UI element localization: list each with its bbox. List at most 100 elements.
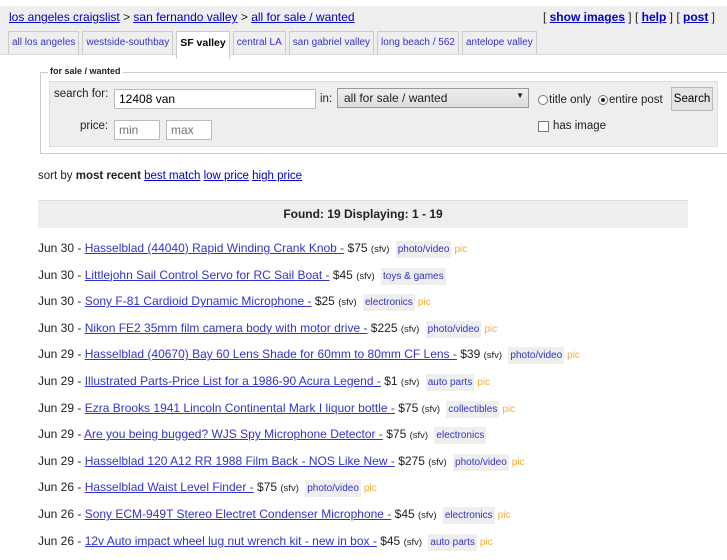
listing-location: (sfv) (400, 376, 420, 388)
chevron-down-icon: ▼ (516, 91, 524, 100)
list-item: Jun 26 - Hasselblad Waist Level Finder -… (38, 480, 580, 507)
sort-low-price[interactable]: low price (204, 170, 249, 182)
listing-title-link[interactable]: Hasselblad Waist Level Finder - (85, 480, 254, 494)
search-button[interactable]: Search (671, 87, 713, 111)
listing-date: Jun 29 (38, 373, 75, 388)
pic-indicator: pic (477, 376, 490, 388)
listing-category-link[interactable]: photo/video (425, 320, 482, 338)
title-only-radio[interactable]: title only (538, 94, 591, 106)
listing-title-link[interactable]: Hasselblad (44040) Rapid Winding Crank K… (85, 241, 344, 255)
listing-price: $45 (380, 533, 401, 548)
list-item: Jun 29 - Hasselblad 120 A12 RR 1988 Film… (38, 453, 580, 481)
listing-category-link[interactable]: photo/video (305, 480, 361, 498)
listing-category-link[interactable]: photo/video (508, 347, 565, 365)
pic-indicator: pic (497, 509, 511, 521)
listing-category-link[interactable]: auto parts (428, 533, 477, 551)
list-item: Jun 29 - Illustrated Parts-Price List fo… (38, 373, 580, 401)
tab-sf-valley[interactable]: SF valley (176, 31, 230, 59)
listing-date: Jun 30 (38, 241, 75, 255)
listing-location: (sfv) (356, 270, 375, 282)
listing-date: Jun 29 (38, 400, 75, 415)
listing-location: (sfv) (418, 509, 437, 521)
pic-indicator: pic (567, 350, 580, 362)
breadcrumb-los-angeles[interactable]: los angeles craigslist (9, 10, 120, 24)
listing-category-link[interactable]: toys & games (381, 267, 446, 285)
tab-san-gabriel-valley[interactable]: san gabriel valley (288, 31, 375, 54)
listing-title-link[interactable]: Sony F-81 Cardioid Dynamic Microphone - (85, 294, 312, 308)
listing-location: (sfv) (409, 430, 429, 442)
listing-category-link[interactable]: collectibles (446, 400, 500, 418)
listing-category-link[interactable]: electronics (442, 506, 495, 524)
listing-date: Jun 26 (38, 480, 75, 495)
listing-title-link[interactable]: Sony ECM-949T Stereo Electret Condenser … (85, 507, 392, 521)
pic-indicator: pic (502, 403, 516, 415)
listing-category-link[interactable]: auto parts (425, 373, 475, 391)
listing-price: $39 (460, 347, 481, 362)
listing-price: $45 (394, 506, 415, 521)
list-item: Jun 30 - Sony F-81 Cardioid Dynamic Micr… (38, 294, 580, 321)
breadcrumb: los angeles craigslist > san fernando va… (9, 10, 355, 24)
radio-checked-icon (598, 95, 608, 105)
listing-title-link[interactable]: Illustrated Parts-Price List for a 1986-… (85, 374, 381, 388)
listing-location: (sfv) (400, 323, 420, 335)
search-label: search for: (54, 88, 109, 100)
list-item: Jun 29 - Hasselblad (40670) Bay 60 Lens … (38, 347, 580, 374)
listing-date: Jun 30 (38, 294, 75, 309)
help-link[interactable]: help (642, 10, 667, 24)
listing-title-link[interactable]: Nikon FE2 35mm film camera body with mot… (85, 321, 368, 335)
listing-title-link[interactable]: Hasselblad (40670) Bay 60 Lens Shade for… (85, 347, 457, 361)
listing-list: Jun 30 - Hasselblad (44040) Rapid Windin… (38, 241, 580, 560)
tab-westside-southbay[interactable]: westside-southbay (82, 31, 174, 54)
max-price-input[interactable] (166, 120, 212, 140)
tab-all-los-angeles[interactable]: all los angeles (8, 31, 80, 54)
tab-long-beach[interactable]: long beach / 562 (377, 31, 459, 54)
tab-antelope-valley[interactable]: antelope valley (461, 31, 537, 54)
sort-bar: sort by most recent best match low price… (38, 170, 302, 182)
entire-post-radio[interactable]: entire post (598, 94, 663, 106)
listing-category-link[interactable]: electronics (363, 294, 415, 312)
listing-location: (sfv) (483, 350, 503, 362)
price-label: price: (80, 120, 109, 132)
listing-title-link[interactable]: Hasselblad 120 A12 RR 1988 Film Back - N… (85, 454, 395, 468)
sort-best-match[interactable]: best match (144, 170, 200, 182)
category-select[interactable]: all for sale / wanted ▼ (337, 88, 529, 108)
breadcrumb-sfv[interactable]: san fernando valley (133, 10, 237, 24)
header: los angeles craigslist > san fernando va… (0, 6, 727, 59)
tab-central-la[interactable]: central LA (232, 31, 286, 54)
listing-price: $25 (314, 294, 335, 309)
list-item: Jun 29 - Ezra Brooks 1941 Lincoln Contin… (38, 400, 580, 428)
pic-indicator: pic (454, 244, 468, 255)
listing-category-link[interactable]: photo/video (453, 453, 509, 471)
listing-date: Jun 26 (38, 533, 75, 548)
listing-price: $225 (370, 320, 398, 335)
listing-date: Jun 30 (38, 267, 75, 282)
listing-price: $75 (386, 427, 407, 442)
breadcrumb-for-sale[interactable]: all for sale / wanted (251, 10, 354, 24)
sort-high-price[interactable]: high price (252, 170, 302, 182)
sort-label: sort by (38, 170, 73, 182)
has-image-checkbox[interactable]: has image (538, 120, 606, 132)
listing-location: (sfv) (370, 244, 390, 255)
listing-category-link[interactable]: photo/video (395, 241, 452, 258)
listing-title-link[interactable]: Littlejohn Sail Control Servo for RC Sai… (85, 268, 330, 282)
listing-title-link[interactable]: Are you being bugged? WJS Spy Microphone… (84, 427, 383, 441)
listing-date: Jun 30 (38, 320, 75, 335)
listing-location: (sfv) (428, 456, 447, 468)
listing-location: (sfv) (421, 403, 441, 415)
listing-title-link[interactable]: 12v Auto impact wheel lug nut wrench kit… (85, 534, 377, 548)
min-price-input[interactable] (114, 120, 160, 140)
show-images-link[interactable]: show images (550, 10, 625, 24)
listing-price: $45 (332, 267, 353, 282)
category-value: all for sale / wanted (344, 91, 448, 105)
search-input[interactable] (114, 89, 316, 109)
listing-price: $75 (347, 241, 368, 255)
listing-title-link[interactable]: Ezra Brooks 1941 Lincoln Continental Mar… (85, 401, 395, 415)
in-label: in: (320, 93, 333, 105)
checkbox-icon (538, 120, 549, 132)
listing-location: (sfv) (280, 483, 299, 495)
entire-post-label: entire post (609, 94, 663, 106)
post-link[interactable]: post (683, 10, 708, 24)
results-count: Found: 19 Displaying: 1 - 19 (38, 200, 688, 228)
listing-date: Jun 26 (38, 506, 75, 521)
listing-category-link[interactable]: electronics (434, 427, 487, 445)
